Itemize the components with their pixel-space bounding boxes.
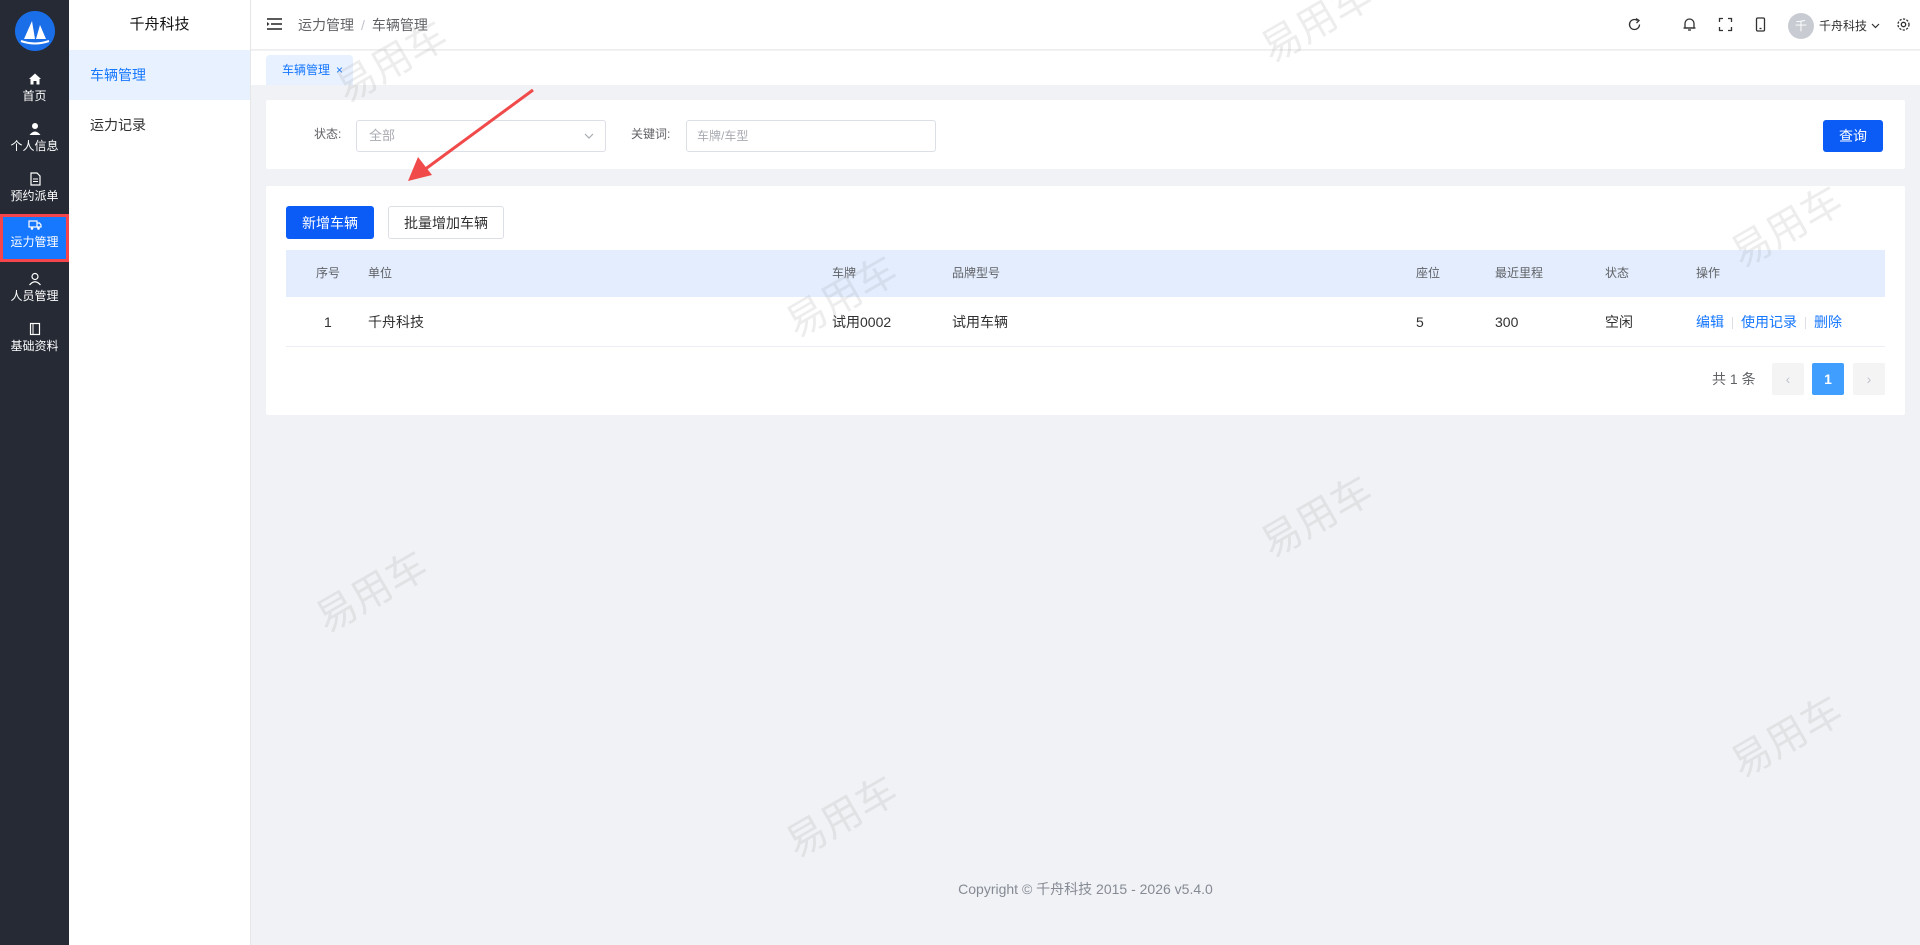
status-select[interactable]: 全部	[356, 120, 606, 152]
refresh-icon[interactable]	[1627, 17, 1642, 32]
rail-item-profile[interactable]: 个人信息	[0, 118, 69, 168]
rail-item-staff[interactable]: 人员管理	[0, 268, 69, 318]
breadcrumb-item[interactable]: 运力管理	[298, 17, 354, 33]
column-header: 状态	[1605, 266, 1630, 280]
cell-plate: 试用0002	[832, 314, 892, 330]
bell-icon[interactable]	[1682, 17, 1697, 32]
cell-seats: 5	[1416, 314, 1424, 330]
pagination-prev-button[interactable]: ‹	[1772, 363, 1804, 395]
submenu: 千舟科技 车辆管理 运力记录	[69, 0, 251, 945]
add-vehicle-button[interactable]: 新增车辆	[286, 206, 374, 239]
watermark: 易用车	[1254, 468, 1380, 567]
cell-status: 空闲	[1605, 314, 1633, 330]
watermark: 易用车	[779, 768, 905, 867]
column-header: 序号	[316, 266, 341, 280]
user-menu[interactable]: 千 千舟科技	[1788, 12, 1880, 39]
rail-item-label: 预约派单	[10, 189, 59, 203]
breadcrumb-item-current: 车辆管理	[371, 17, 428, 33]
rail-item-home[interactable]: 首页	[0, 68, 69, 118]
icon-rail: 首页 个人信息 预约派单 运力管理 人员管理 基础资料	[0, 0, 69, 945]
truck-icon	[27, 220, 42, 230]
column-header: 最近里程	[1495, 266, 1544, 280]
rail-item-label: 运力管理	[10, 235, 59, 249]
fullscreen-icon[interactable]	[1718, 17, 1733, 32]
tab-label: 车辆管理	[282, 63, 331, 77]
vehicle-table-panel: 新增车辆 批量增加车辆 序号 单位 车牌 品牌型号 座位 最近里程 状态 操作 …	[266, 186, 1905, 415]
rail-item-dispatch[interactable]: 预约派单	[0, 168, 69, 218]
tags-bar: 车辆管理 ×	[251, 51, 1920, 85]
pagination-total: 共 1 条	[1712, 371, 1756, 387]
delete-link[interactable]: 删除	[1814, 314, 1842, 330]
person-icon	[28, 272, 41, 286]
query-button[interactable]: 查询	[1823, 120, 1883, 152]
menu-toggle-icon[interactable]	[267, 17, 282, 31]
divider	[1732, 317, 1733, 330]
sailboat-logo-icon	[15, 11, 55, 51]
rail-item-basic-data[interactable]: 基础资料	[0, 318, 69, 368]
edit-link[interactable]: 编辑	[1696, 314, 1724, 330]
top-header: 运力管理 / 车辆管理 千 千舟科技	[251, 0, 1920, 50]
watermark: 易用车	[309, 543, 435, 642]
watermark: 易用车	[1724, 688, 1850, 787]
pagination-page-1[interactable]: 1	[1812, 363, 1844, 395]
document-icon	[29, 172, 41, 186]
keyword-label: 关键词:	[631, 127, 671, 141]
cell-mileage: 300	[1495, 314, 1519, 330]
submenu-item-capacity-records[interactable]: 运力记录	[69, 100, 250, 150]
divider	[1805, 317, 1806, 330]
column-header: 车牌	[832, 266, 857, 280]
table-row: 1 千舟科技 试用0002 试用车辆 5 300 空闲 编辑 使用记录 删除	[286, 297, 1885, 347]
status-label: 状态:	[314, 127, 342, 141]
column-header: 单位	[368, 266, 393, 280]
tab-vehicle-management[interactable]: 车辆管理 ×	[266, 55, 354, 85]
keyword-input[interactable]	[686, 120, 936, 152]
mobile-icon[interactable]	[1753, 17, 1768, 32]
status-select-value: 全部	[369, 128, 396, 143]
submenu-item-vehicle-management[interactable]: 车辆管理	[69, 50, 250, 100]
usage-records-link[interactable]: 使用记录	[1741, 314, 1797, 330]
book-icon	[29, 322, 40, 336]
home-icon	[28, 73, 41, 85]
column-header: 操作	[1696, 266, 1721, 280]
chevron-down-icon	[1871, 23, 1880, 28]
chevron-down-icon	[584, 133, 594, 139]
cell-actions: 编辑 使用记录 删除	[1696, 297, 1842, 347]
rail-item-label: 首页	[22, 89, 47, 103]
column-header: 座位	[1416, 266, 1441, 280]
cell-model: 试用车辆	[952, 314, 1008, 330]
batch-add-vehicle-button[interactable]: 批量增加车辆	[388, 206, 504, 239]
pagination-next-button[interactable]: ›	[1853, 363, 1885, 395]
app-logo[interactable]	[15, 11, 55, 51]
column-header: 品牌型号	[952, 266, 1001, 280]
user-name: 千舟科技	[1819, 19, 1868, 33]
gear-icon[interactable]	[1896, 17, 1911, 32]
rail-item-label: 个人信息	[10, 139, 59, 153]
search-panel: 状态: 全部 关键词: 查询	[266, 100, 1905, 169]
rail-item-capacity[interactable]: 运力管理	[0, 214, 69, 262]
table-header: 序号 单位 车牌 品牌型号 座位 最近里程 状态 操作	[286, 250, 1885, 297]
breadcrumb-separator: /	[361, 17, 365, 33]
cell-unit: 千舟科技	[368, 314, 424, 330]
avatar: 千	[1788, 12, 1814, 39]
close-icon[interactable]: ×	[336, 55, 343, 85]
breadcrumb: 运力管理 / 车辆管理	[298, 0, 428, 50]
user-icon	[29, 123, 40, 135]
rail-item-label: 人员管理	[10, 289, 59, 303]
rail-item-label: 基础资料	[10, 339, 59, 353]
cell-index: 1	[324, 314, 332, 330]
footer-copyright: Copyright © 千舟科技 2015 - 2026 v5.4.0	[958, 881, 1213, 897]
submenu-title: 千舟科技	[129, 16, 190, 33]
